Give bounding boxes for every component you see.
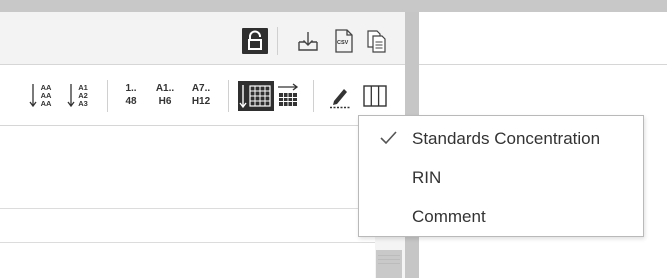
range-1-48-button[interactable]: 1.. 48: [118, 84, 144, 110]
sort-well-icon: [67, 84, 75, 108]
column-chooser-menu: Standards Concentration RIN Comment: [358, 115, 644, 237]
toolbar-separator: [107, 80, 108, 112]
scrollbar-grip-line: [378, 255, 400, 256]
download-icon: [298, 32, 318, 51]
right-panel-header: [419, 12, 667, 65]
range-a1-h6-button[interactable]: A1.. H6: [150, 84, 180, 110]
row-layout-icon: [278, 83, 299, 106]
edit-button[interactable]: [327, 83, 353, 109]
menu-item-standards-concentration[interactable]: Standards Concentration: [359, 118, 643, 158]
menu-item-rin[interactable]: RIN: [359, 157, 643, 197]
column-wise-layout-button[interactable]: [238, 81, 274, 111]
sort-az-line3: AA: [40, 99, 52, 108]
checkmark-icon: [380, 131, 397, 145]
menu-item-comment[interactable]: Comment: [359, 196, 643, 236]
unlock-button[interactable]: [242, 28, 268, 54]
column-chooser-button[interactable]: [362, 84, 388, 108]
toolbar-separator: [228, 80, 229, 112]
window-top-border: [0, 0, 667, 12]
unlock-icon: [248, 30, 262, 50]
range-a7-h12-button[interactable]: A7.. H12: [184, 84, 218, 110]
menu-item-label: Comment: [412, 207, 486, 226]
range-a7-top: A7..: [191, 83, 211, 94]
export-csv-button[interactable]: CSV: [333, 28, 355, 54]
range-a1-top: A1..: [155, 83, 175, 94]
scrollbar-grip-line: [378, 263, 400, 264]
menu-item-label: RIN: [412, 168, 442, 187]
range-1-bottom: 48: [125, 96, 137, 107]
edit-icon: [330, 89, 350, 109]
sort-alpha-icon: [29, 84, 37, 108]
csv-label: CSV: [337, 40, 349, 46]
sort-well-line3: A3: [78, 99, 88, 108]
sort-well-button[interactable]: A1 A2 A3: [66, 82, 96, 110]
scrollbar-grip-line: [378, 259, 400, 260]
column-layout-icon: [239, 85, 271, 109]
range-a7-bottom: H12: [191, 96, 211, 107]
row-wise-layout-button[interactable]: [276, 83, 302, 109]
range-1-top: 1..: [125, 83, 137, 94]
grid-row-divider: [0, 208, 375, 209]
copy-icon: [367, 30, 386, 53]
menu-item-label: Standards Concentration: [412, 129, 601, 148]
toolbar-separator: [277, 27, 278, 55]
download-button[interactable]: [296, 29, 320, 53]
sort-alphabetical-button[interactable]: AA AA AA: [28, 82, 60, 110]
grid-row-divider: [0, 242, 375, 243]
copy-button[interactable]: [365, 28, 389, 54]
column-chooser-icon: [363, 85, 387, 107]
toolbar-separator: [313, 80, 314, 112]
range-a1-bottom: H6: [158, 96, 172, 107]
